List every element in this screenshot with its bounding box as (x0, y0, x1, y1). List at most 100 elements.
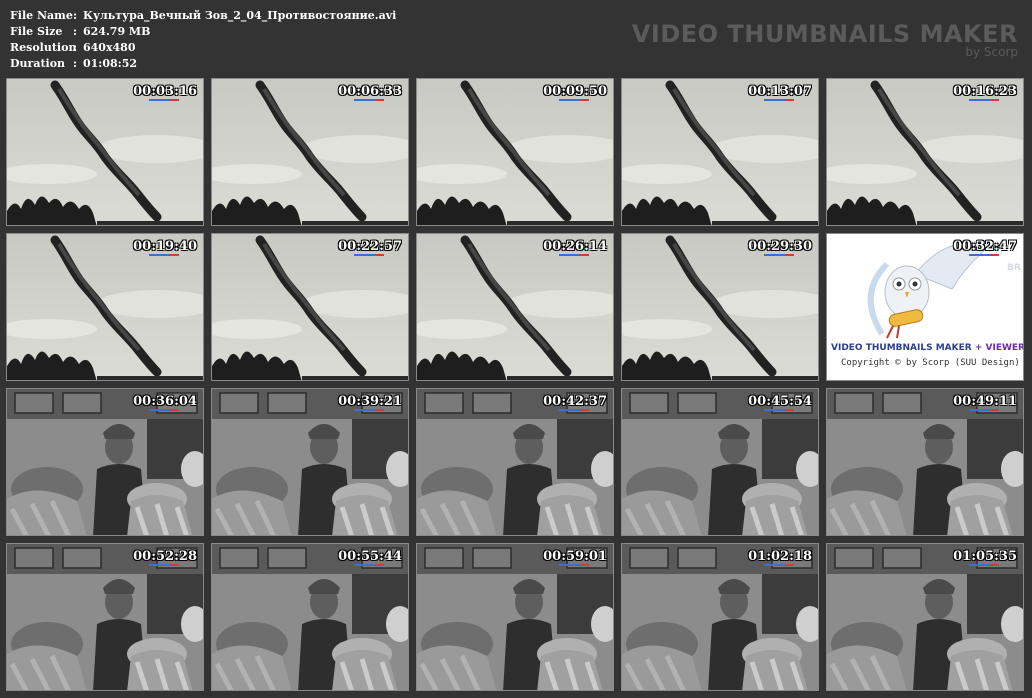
info-value: 01:08:52 (83, 57, 138, 70)
timestamp-underline (559, 409, 589, 411)
thumbnail-tile[interactable]: 00:03:16 (6, 78, 204, 226)
crowd-scene-image (622, 389, 818, 535)
logo-tile-title: VIDEO THUMBNAILS MAKER + VIEWER (831, 343, 1024, 353)
timestamp-underline (764, 254, 794, 256)
thumbnail-tile[interactable]: 00:42:37 (416, 388, 614, 536)
info-separator: : (73, 57, 78, 70)
timestamp-underline (354, 409, 384, 411)
crowd-scene-image (622, 544, 818, 690)
logo-copyright: Copyright © by Scorp (SUU Design) (841, 358, 1020, 368)
smoke-trail-image (212, 79, 408, 225)
smoke-trail-image (417, 79, 613, 225)
crowd-scene-image (7, 544, 203, 690)
thumbnail-tile[interactable]: BR VIDEO THUMBNAILS MAKER + VIEWER Copyr… (826, 233, 1024, 381)
thumbnail-tile[interactable]: 01:02:18 (621, 543, 819, 691)
thumbnail-tile[interactable]: 00:55:44 (211, 543, 409, 691)
timestamp-underline (559, 564, 589, 566)
smoke-trail-image (622, 234, 818, 380)
smoke-trail-image (212, 234, 408, 380)
info-label: File Size (10, 25, 63, 38)
thumbnail-tile[interactable]: 00:52:28 (6, 543, 204, 691)
thumbnail-tile[interactable]: 00:16:23 (826, 78, 1024, 226)
info-row-file-name: File Name : Культура_Вечный Зов_2_04_Про… (10, 8, 396, 24)
info-row-resolution: Resolution : 640x480 (10, 40, 396, 56)
thumbnail-tile[interactable]: 01:05:35 (826, 543, 1024, 691)
timestamp-label: 00:19:40 (133, 239, 197, 254)
timestamp-label: 00:09:50 (543, 84, 607, 99)
timestamp-underline (354, 99, 384, 101)
info-row-file-size: File Size : 624.79 MB (10, 24, 396, 40)
thumbnail-tile[interactable]: 00:49:11 (826, 388, 1024, 536)
thumbnail-tile[interactable]: 00:29:30 (621, 233, 819, 381)
thumbnail-tile[interactable]: 00:09:50 (416, 78, 614, 226)
thumbnail-tile[interactable]: 00:36:04 (6, 388, 204, 536)
info-separator: : (73, 9, 78, 22)
crowd-scene-image (7, 389, 203, 535)
timestamp-underline (969, 99, 999, 101)
thumbnail-tile[interactable]: 00:59:01 (416, 543, 614, 691)
info-label: Duration (10, 57, 66, 70)
timestamp-underline (764, 409, 794, 411)
thumbnail-tile[interactable]: 00:13:07 (621, 78, 819, 226)
crowd-scene-image (417, 544, 613, 690)
timestamp-underline (149, 99, 179, 101)
timestamp-label: 00:03:16 (133, 84, 197, 99)
timestamp-label: 00:45:54 (748, 394, 812, 409)
timestamp-label: 00:49:11 (953, 394, 1017, 409)
crowd-scene-image (827, 544, 1023, 690)
info-label: File Name (10, 9, 73, 22)
smoke-trail-image (417, 234, 613, 380)
logo-title-separator: + (974, 343, 983, 353)
timestamp-label: 00:29:30 (748, 239, 812, 254)
timestamp-label: 00:59:01 (543, 549, 607, 564)
timestamp-underline (969, 409, 999, 411)
timestamp-underline (354, 564, 384, 566)
timestamp-label: 00:16:23 (953, 84, 1017, 99)
timestamp-underline (559, 99, 589, 101)
thumbnail-tile[interactable]: 00:06:33 (211, 78, 409, 226)
brand-watermark: VIDEO THUMBNAILS MAKER by Scorp (632, 20, 1018, 59)
info-label: Resolution (10, 41, 77, 54)
crowd-scene-image (417, 389, 613, 535)
timestamp-underline (764, 99, 794, 101)
info-row-duration: Duration : 01:08:52 (10, 56, 396, 72)
brand-title: VIDEO THUMBNAILS MAKER (631, 20, 1018, 48)
smoke-trail-image (622, 79, 818, 225)
thumbnail-tile[interactable]: 00:19:40 (6, 233, 204, 381)
timestamp-underline (354, 254, 384, 256)
thumbnail-tile[interactable]: 00:39:21 (211, 388, 409, 536)
info-separator: : (73, 41, 78, 54)
info-value: 624.79 MB (83, 25, 151, 38)
timestamp-underline (764, 564, 794, 566)
timestamp-underline (559, 254, 589, 256)
info-value: 640x480 (83, 41, 136, 54)
timestamp-label: 00:26:14 (543, 239, 607, 254)
thumbnail-tile[interactable]: 00:45:54 (621, 388, 819, 536)
thumbnail-tile[interactable]: 00:26:14 (416, 233, 614, 381)
file-info-panel: File Name : Культура_Вечный Зов_2_04_Про… (10, 8, 396, 72)
timestamp-underline (969, 254, 999, 256)
crowd-scene-image (212, 544, 408, 690)
crowd-scene-image (827, 389, 1023, 535)
smoke-trail-image (7, 79, 203, 225)
timestamp-label: 00:39:21 (338, 394, 402, 409)
timestamp-label: 00:36:04 (133, 394, 197, 409)
timestamp-underline (149, 254, 179, 256)
timestamp-label: 01:02:18 (748, 549, 812, 564)
logo-title-secondary: VIEWER (985, 343, 1024, 353)
smoke-trail-image (7, 234, 203, 380)
timestamp-label: 00:13:07 (748, 84, 812, 99)
timestamp-label: 00:42:37 (543, 394, 607, 409)
timestamp-label: 00:06:33 (338, 84, 402, 99)
timestamp-label: 00:22:57 (338, 239, 402, 254)
crowd-scene-image (212, 389, 408, 535)
timestamp-label: 01:05:35 (953, 549, 1017, 564)
timestamp-underline (149, 564, 179, 566)
timestamp-underline (149, 409, 179, 411)
timestamp-label: 00:32:47 (953, 239, 1017, 254)
timestamp-label: 00:52:28 (133, 549, 197, 564)
timestamp-underline (969, 564, 999, 566)
info-separator: : (73, 25, 78, 38)
thumbnail-tile[interactable]: 00:22:57 (211, 233, 409, 381)
logo-title-primary: VIDEO THUMBNAILS MAKER (831, 343, 972, 353)
